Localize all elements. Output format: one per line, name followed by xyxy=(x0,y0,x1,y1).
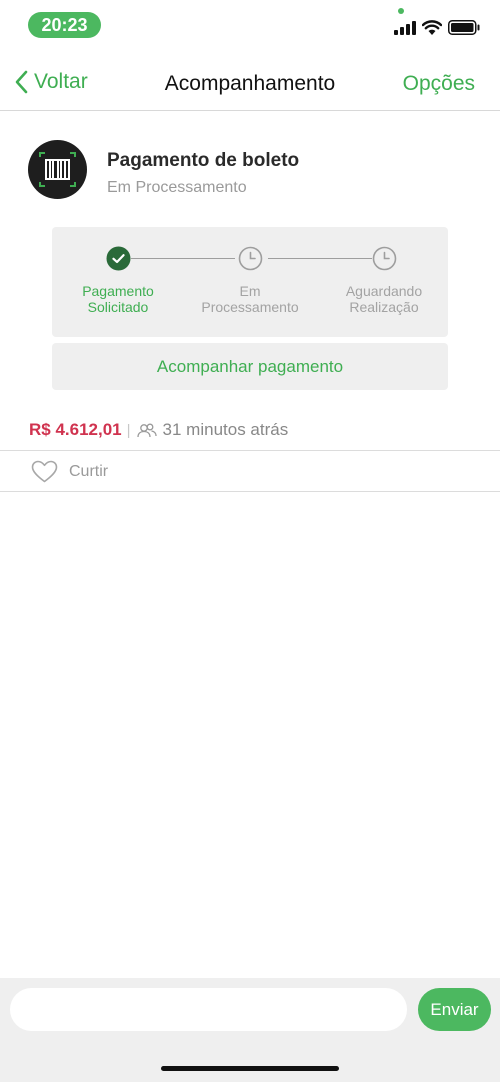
status-time: 20:23 xyxy=(28,12,101,38)
step-label-line: Aguardando xyxy=(345,283,423,299)
clock-icon xyxy=(372,246,397,271)
payment-meta: R$ 4.612,01 | 31 minutos atrás xyxy=(29,420,288,440)
status-icons xyxy=(394,20,480,35)
payment-title: Pagamento de boleto xyxy=(107,150,300,171)
step-connector xyxy=(131,258,235,259)
meta-separator: | xyxy=(126,421,131,439)
like-button[interactable]: Curtir xyxy=(31,460,108,483)
privacy-indicator-dot xyxy=(398,8,404,14)
elapsed-time: 31 minutos atrás xyxy=(162,420,289,439)
like-label: Curtir xyxy=(69,462,109,480)
step-label-processing: Em Processamento xyxy=(190,283,310,315)
step-label-awaiting: Aguardando Realização xyxy=(324,283,444,315)
divider xyxy=(0,491,500,492)
payment-amount: R$ 4.612,01 xyxy=(29,420,122,439)
battery-icon xyxy=(448,20,480,35)
progress-stepper: Pagamento Solicitado Em Processamento Ag… xyxy=(52,227,448,337)
track-payment-button[interactable]: Acompanhar pagamento xyxy=(52,343,448,390)
payment-status: Em Processamento xyxy=(107,179,247,196)
step-label-line: Processamento xyxy=(201,299,299,315)
people-icon xyxy=(136,423,157,437)
options-button[interactable]: Opções xyxy=(403,72,475,96)
signal-icon xyxy=(394,21,416,35)
navigation-bar: Voltar Acompanhamento Opções xyxy=(0,58,500,111)
send-button[interactable]: Enviar xyxy=(418,988,491,1031)
home-indicator[interactable] xyxy=(161,1066,339,1071)
step-label-line: Em xyxy=(239,283,261,299)
comment-composer: Enviar xyxy=(0,978,500,1082)
check-icon xyxy=(106,246,131,271)
clock-icon xyxy=(238,246,263,271)
step-label-requested: Pagamento Solicitado xyxy=(58,283,178,315)
barcode-icon xyxy=(28,140,87,199)
heart-icon xyxy=(31,460,58,483)
status-bar: 20:23 xyxy=(0,0,500,50)
step-label-line: Solicitado xyxy=(87,299,149,315)
wifi-icon xyxy=(422,20,442,35)
divider xyxy=(0,450,500,451)
step-label-line: Pagamento xyxy=(82,283,154,299)
step-label-line: Realização xyxy=(349,299,419,315)
comment-input[interactable] xyxy=(10,988,407,1031)
step-connector xyxy=(268,258,372,259)
payment-header: Pagamento de boleto Em Processamento xyxy=(28,140,478,200)
